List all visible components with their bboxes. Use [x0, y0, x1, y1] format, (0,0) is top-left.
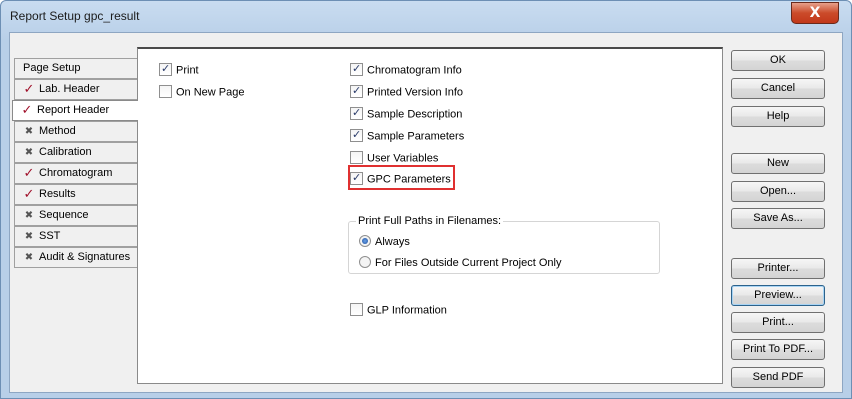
- sample-parameters-checkbox[interactable]: ✓ Sample Parameters: [350, 128, 465, 143]
- checkbox-label: User Variables: [367, 152, 439, 165]
- checkbox-box[interactable]: [350, 303, 363, 316]
- cross-icon: ✖: [24, 231, 34, 242]
- close-icon: X: [809, 5, 821, 21]
- tab-report-header[interactable]: ✓ Report Header: [12, 100, 138, 121]
- checkmark-icon: ✓: [352, 84, 362, 97]
- checkbox-label: Printed Version Info: [367, 86, 464, 99]
- checkbox-box[interactable]: [350, 151, 363, 164]
- check-icon: ✓: [23, 187, 35, 202]
- tab-lab-header[interactable]: ✓ Lab. Header: [14, 79, 137, 100]
- close-button[interactable]: X: [791, 2, 839, 24]
- checkbox-box[interactable]: ✓: [350, 84, 363, 98]
- checkbox-box[interactable]: ✓: [159, 62, 172, 76]
- user-variables-checkbox[interactable]: User Variables: [350, 151, 439, 165]
- always-radio[interactable]: Always: [359, 235, 410, 248]
- radio-button[interactable]: [359, 235, 371, 248]
- save-as-button[interactable]: Save As...: [731, 208, 825, 229]
- tab-results[interactable]: ✓ Results: [14, 184, 137, 205]
- outside-project-radio[interactable]: For Files Outside Current Project Only: [359, 256, 562, 269]
- print-checkbox[interactable]: ✓ Print: [159, 62, 199, 77]
- tab-label: Lab. Header: [39, 83, 100, 95]
- report-header-page: ✓ Print On New Page ✓ Chromatogram Info ✓ P…: [137, 47, 723, 384]
- checkbox-label: Chromatogram Info: [367, 64, 462, 77]
- tab-method[interactable]: ✖ Method: [14, 121, 137, 142]
- check-icon: ✓: [21, 103, 33, 118]
- sample-description-checkbox[interactable]: ✓ Sample Description: [350, 106, 463, 121]
- open-button[interactable]: Open...: [731, 181, 825, 202]
- help-button[interactable]: Help: [731, 106, 825, 127]
- tab-label: Report Header: [37, 104, 110, 116]
- cancel-button[interactable]: Cancel: [731, 78, 825, 99]
- printer-button[interactable]: Printer...: [731, 258, 825, 279]
- checkbox-label: Sample Description: [367, 108, 463, 121]
- radio-label: Always: [375, 236, 410, 248]
- checkbox-label: Sample Parameters: [367, 130, 465, 143]
- gpc-parameters-highlight: [348, 165, 455, 190]
- send-pdf-button[interactable]: Send PDF: [731, 367, 825, 388]
- tab-label: Sequence: [39, 209, 89, 221]
- tab-label: Results: [39, 188, 76, 200]
- cross-icon: ✖: [24, 147, 34, 158]
- tab-audit-signatures[interactable]: ✖ Audit & Signatures: [14, 247, 137, 268]
- checkbox-box[interactable]: ✓: [350, 62, 363, 76]
- checkmark-icon: ✓: [352, 128, 362, 141]
- preview-button[interactable]: Preview...: [731, 285, 825, 306]
- checkbox-label: Print: [176, 64, 199, 77]
- checkmark-icon: ✓: [352, 62, 362, 75]
- tab-label: Chromatogram: [39, 167, 113, 179]
- printed-version-info-checkbox[interactable]: ✓ Printed Version Info: [350, 84, 464, 99]
- checkbox-box[interactable]: ✓: [350, 128, 363, 142]
- checkbox-label: GLP Information: [367, 304, 447, 317]
- tab-calibration[interactable]: ✖ Calibration: [14, 142, 137, 163]
- tab-label: SST: [39, 230, 61, 242]
- radio-label: For Files Outside Current Project Only: [375, 257, 562, 269]
- tab-chromatogram[interactable]: ✓ Chromatogram: [14, 163, 137, 184]
- tab-label: Page Setup: [23, 62, 81, 74]
- tab-label: Calibration: [39, 146, 92, 158]
- check-icon: ✓: [23, 82, 35, 97]
- tab-label: Method: [39, 125, 76, 137]
- checkmark-icon: ✓: [352, 106, 362, 119]
- tab-sequence[interactable]: ✖ Sequence: [14, 205, 137, 226]
- cross-icon: ✖: [24, 210, 34, 221]
- radio-button[interactable]: [359, 256, 371, 269]
- print-to-pdf-button[interactable]: Print To PDF...: [731, 339, 825, 360]
- window-title: Report Setup gpc_result: [10, 9, 140, 23]
- tab-page-setup[interactable]: Page Setup: [14, 58, 137, 79]
- on-new-page-checkbox[interactable]: On New Page: [159, 85, 245, 99]
- print-full-paths-group: Print Full Paths in Filenames: Always Fo…: [348, 215, 660, 274]
- checkbox-label: On New Page: [176, 86, 245, 99]
- new-button[interactable]: New: [731, 153, 825, 174]
- title-bar[interactable]: Report Setup gpc_result X: [1, 1, 851, 29]
- group-title: Print Full Paths in Filenames:: [356, 215, 504, 227]
- checkbox-box[interactable]: [159, 85, 172, 98]
- cross-icon: ✖: [24, 252, 34, 263]
- ok-button[interactable]: OK: [731, 50, 825, 71]
- glp-information-checkbox[interactable]: GLP Information: [350, 303, 447, 317]
- checkbox-box[interactable]: ✓: [350, 106, 363, 120]
- checkmark-icon: ✓: [161, 62, 171, 75]
- cross-icon: ✖: [24, 126, 34, 137]
- print-button[interactable]: Print...: [731, 312, 825, 333]
- tab-label: Audit & Signatures: [39, 251, 131, 263]
- check-icon: ✓: [23, 166, 35, 181]
- tab-sst[interactable]: ✖ SST: [14, 226, 137, 247]
- chromatogram-info-checkbox[interactable]: ✓ Chromatogram Info: [350, 62, 462, 77]
